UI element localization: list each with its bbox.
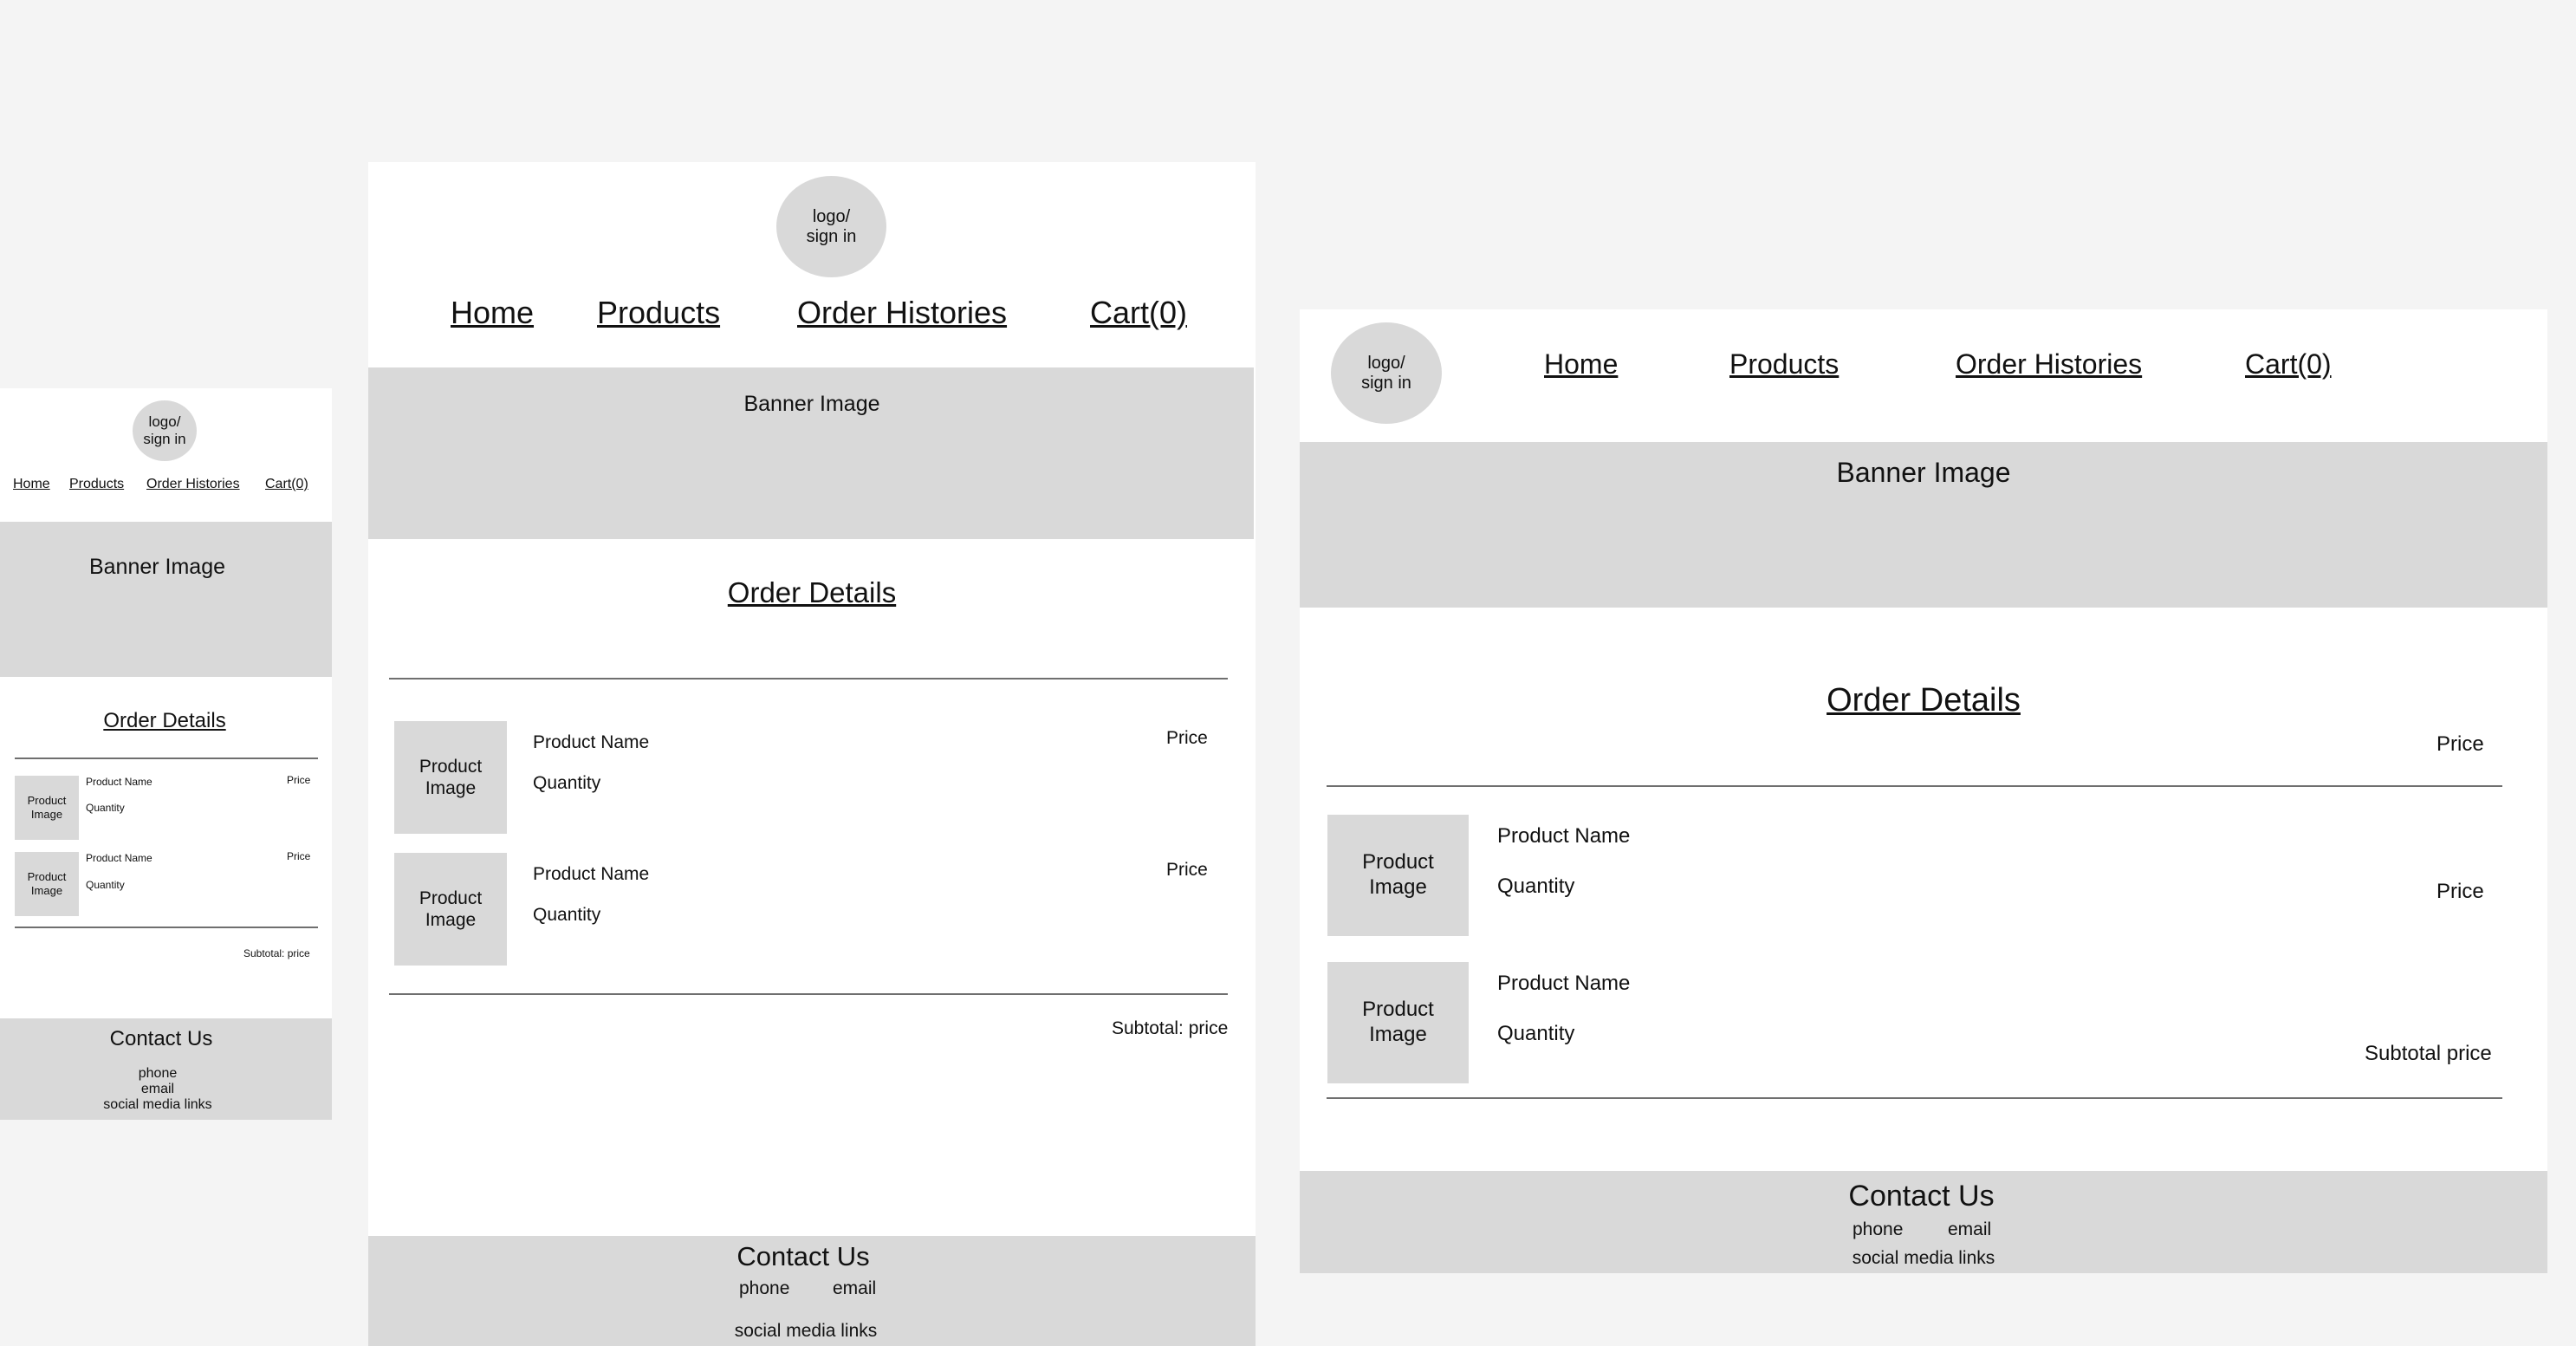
nav-home-link[interactable]: Home [13,477,50,492]
product-image: Product Image [1327,962,1469,1083]
logo-signin-button[interactable]: logo/ sign in [776,176,886,277]
product-image: Product Image [394,853,507,966]
contact-footer: Contact Us phone email social media link… [0,1018,332,1120]
nav-home-link[interactable]: Home [1544,348,1618,380]
product-image: Product Image [15,776,79,840]
contact-email: email [833,1278,877,1298]
tablet-frame: logo/ sign in Home Products Order Histor… [368,162,1256,1346]
contact-social-links[interactable]: social media links [0,1097,315,1113]
nav-products-link[interactable]: Products [1729,348,1839,380]
divider [1327,785,2502,787]
product-quantity: Quantity [533,773,601,793]
contact-title: Contact Us [109,1027,213,1050]
contact-footer: Contact Us phone email social media link… [368,1236,1256,1346]
product-name: Product Name [533,864,650,884]
banner-image: Banner Image [368,367,1254,539]
subtotal-price: Subtotal: price [243,947,310,959]
nav-order-histories-link[interactable]: Order Histories [797,295,1007,331]
product-quantity: Quantity [86,879,125,891]
banner-image: Banner Image [0,522,332,677]
nav-order-histories-link[interactable]: Order Histories [146,477,240,492]
contact-email: email [140,1082,175,1096]
order-details-title: Order Details [103,709,226,732]
nav-home-link[interactable]: Home [451,295,534,331]
divider [15,758,318,759]
product-price: Price [1166,728,1208,748]
product-price: Price [287,850,311,862]
contact-phone: phone [739,1278,790,1298]
desktop-frame: logo/ sign in Home Products Order Histor… [1300,309,2547,1273]
divider [389,993,1228,995]
product-price: Price [287,774,311,786]
banner-label: Banner Image [1836,457,2011,488]
contact-title: Contact Us [736,1241,870,1271]
header-price: Price [2436,732,2484,756]
product-quantity: Quantity [86,802,125,814]
banner-label: Banner Image [743,392,880,416]
nav-cart-link[interactable]: Cart(0) [2245,348,2332,380]
divider [15,927,318,928]
contact-social-links[interactable]: social media links [368,1321,1243,1342]
nav-order-histories-link[interactable]: Order Histories [1956,348,2142,380]
product-price: Price [1166,860,1208,880]
subtotal-price: Subtotal price [2365,1042,2492,1065]
nav-products-link[interactable]: Products [69,477,124,492]
contact-footer: Contact Us phone email social media link… [1300,1171,2547,1273]
product-image: Product Image [15,852,79,916]
nav-cart-link[interactable]: Cart(0) [1090,295,1187,331]
banner-label: Banner Image [88,555,226,579]
banner-image: Banner Image [1300,442,2547,608]
contact-email: email [1948,1219,1992,1239]
product-image: Product Image [1327,815,1469,936]
product-name: Product Name [86,776,152,788]
logo-signin-button[interactable]: logo/ sign in [1331,322,1442,424]
contact-title: Contact Us [1848,1180,1995,1213]
divider [1327,1097,2502,1099]
product-name: Product Name [1497,972,1631,995]
mobile-frame: logo/ sign in Home Products Order Histor… [0,388,332,1120]
product-name: Product Name [533,732,650,752]
product-quantity: Quantity [1497,1022,1575,1045]
contact-social-links[interactable]: social media links [1300,1248,2547,1269]
logo-signin-button[interactable]: logo/ sign in [133,400,197,461]
product-quantity: Quantity [1497,875,1575,898]
product-name: Product Name [1497,824,1631,848]
divider [389,678,1228,680]
product-price: Price [2436,880,2484,903]
nav-products-link[interactable]: Products [597,295,720,331]
contact-phone: phone [1853,1219,1904,1239]
product-image: Product Image [394,721,507,834]
product-name: Product Name [86,852,152,864]
order-details-title: Order Details [1827,682,2021,719]
order-details-title: Order Details [727,576,897,608]
contact-phone: phone [138,1066,178,1081]
subtotal-price: Subtotal: price [1112,1018,1229,1038]
nav-cart-link[interactable]: Cart(0) [265,477,308,492]
product-quantity: Quantity [533,905,601,925]
